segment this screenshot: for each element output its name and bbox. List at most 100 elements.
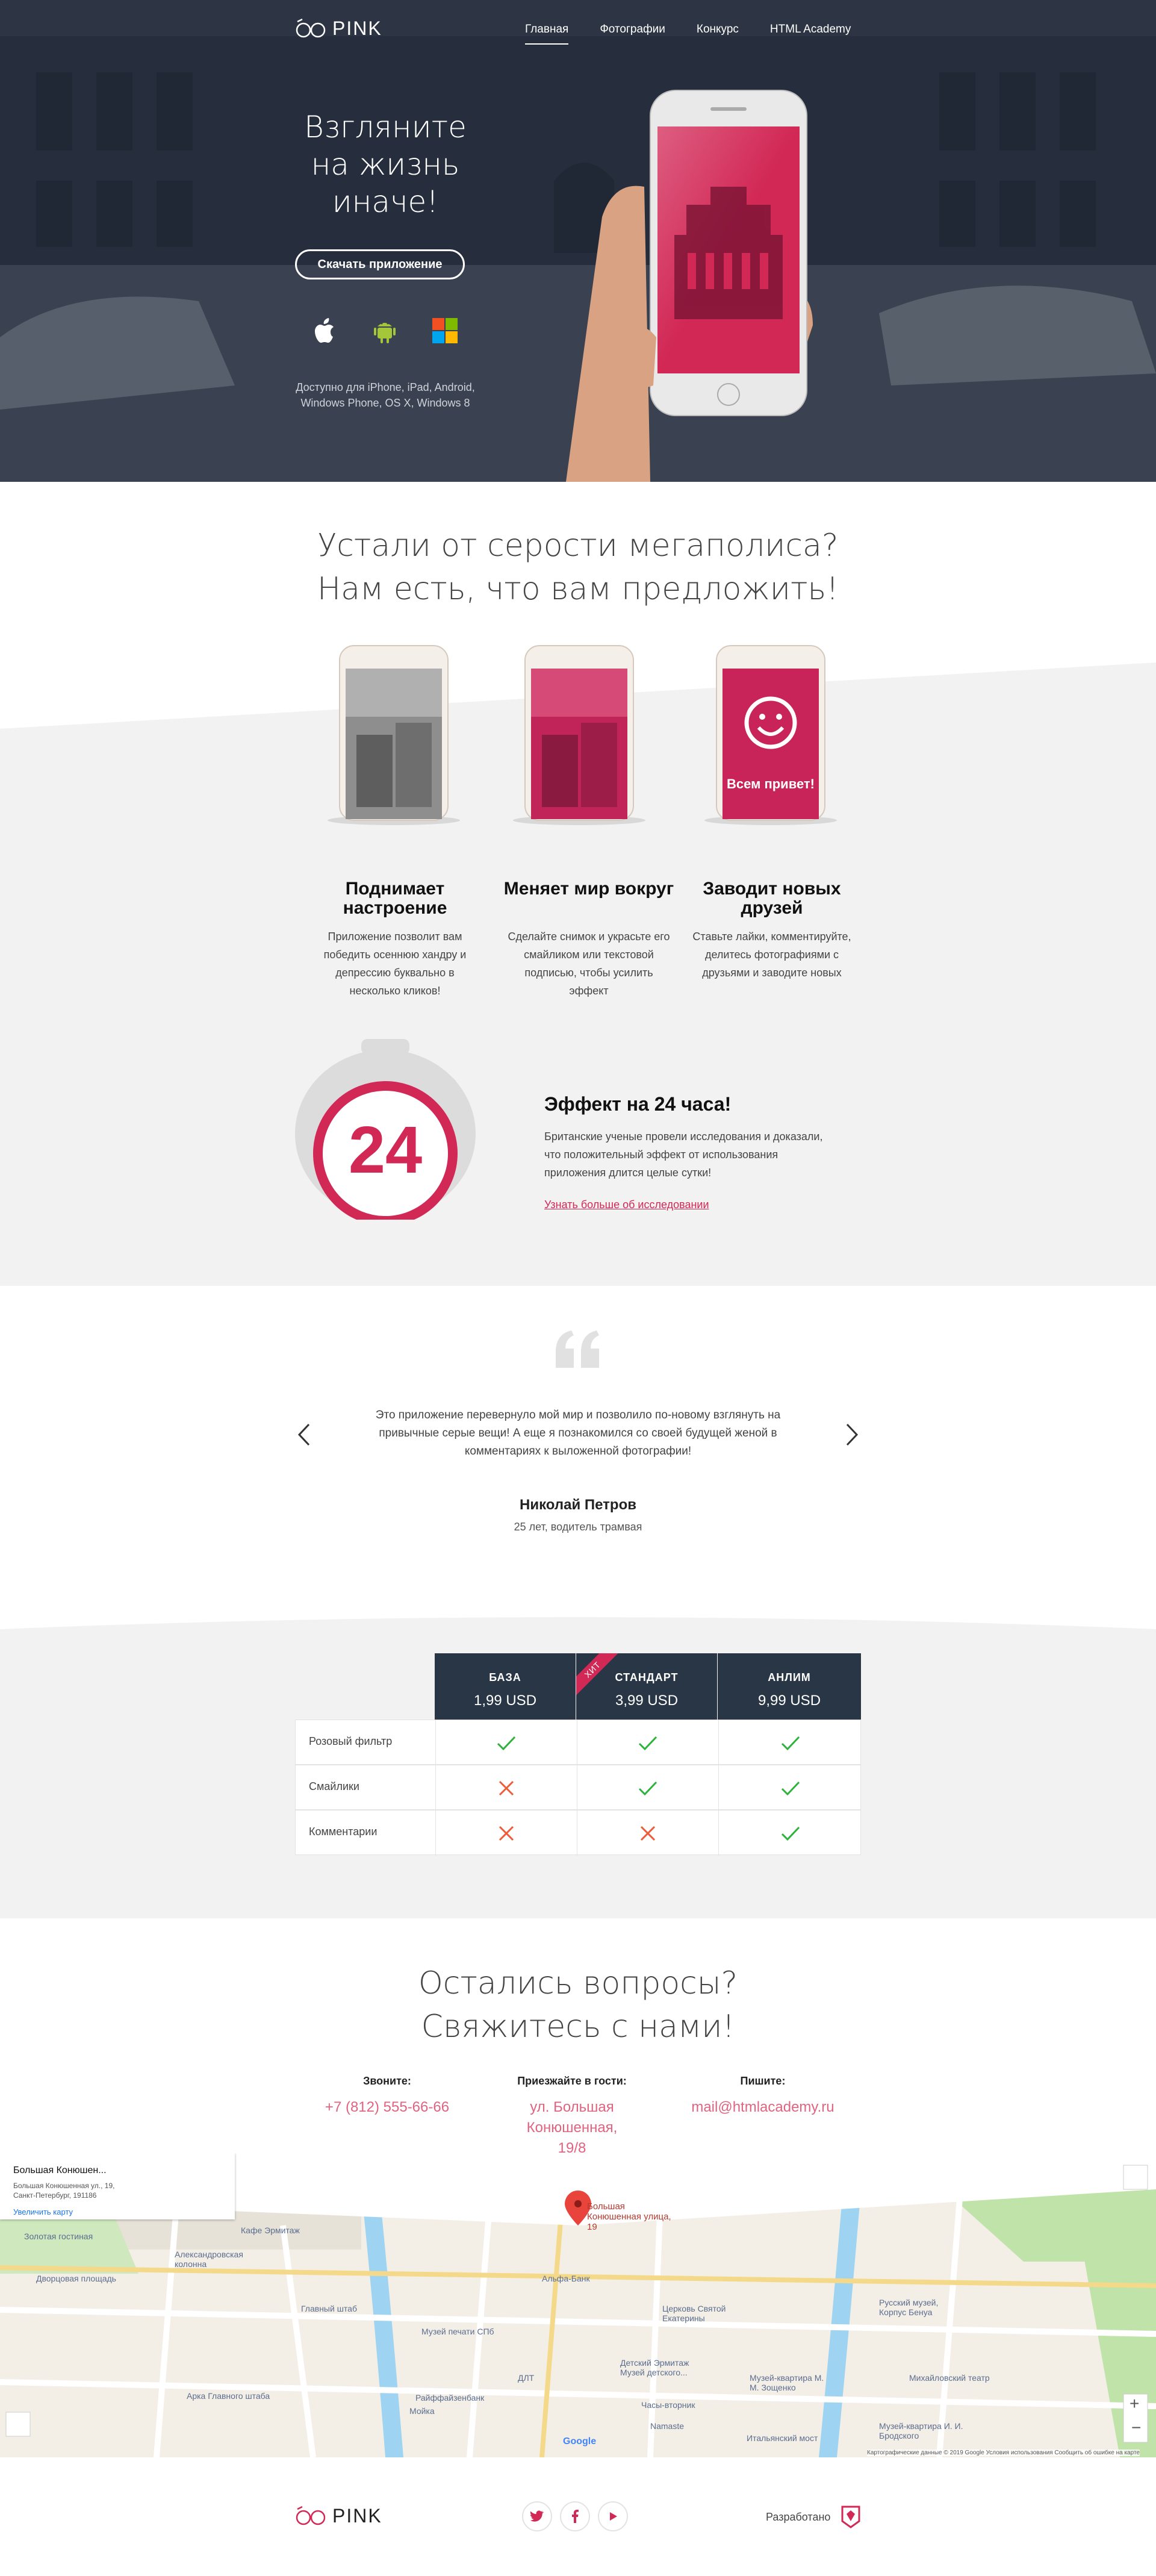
review-prev-arrow-icon[interactable] bbox=[292, 1420, 316, 1450]
footer: PINK Разработано bbox=[0, 2457, 1156, 2576]
developer-label: Разработано bbox=[766, 2511, 831, 2523]
zoom-out-icon[interactable]: − bbox=[1131, 2418, 1141, 2437]
logo-glasses-icon bbox=[296, 2506, 326, 2525]
contacts-section: Остались вопросы? Свяжитесь с нами! Звон… bbox=[0, 1918, 1156, 2156]
contact-address-block: Приезжайте в гости: ул. Большая Конюшенн… bbox=[476, 2075, 668, 2159]
map-section[interactable]: Большая Конюшен... Большая Конюшенная ул… bbox=[0, 2153, 1156, 2457]
price-row-label: Розовый фильтр bbox=[309, 1735, 393, 1747]
plan-unlim-header: АНЛИМ 9,99 USD bbox=[718, 1653, 861, 1720]
windows-icon[interactable] bbox=[429, 314, 461, 347]
contact-phone-label: Звоните: bbox=[363, 2075, 411, 2087]
feature-text-friends: Ставьте лайки, комментируйте, делитесь ф… bbox=[692, 931, 851, 979]
map-label: Мойка bbox=[409, 2406, 435, 2416]
youtube-icon[interactable] bbox=[598, 2501, 628, 2531]
map-label: Церковь Святой Екатерины bbox=[662, 2304, 726, 2323]
features-title: Устали от серости мегаполиса? Нам есть, … bbox=[317, 528, 839, 607]
map-enlarge-link[interactable]: Увеличить карту bbox=[13, 2207, 73, 2216]
price-row-label: Смайлики bbox=[309, 1780, 359, 1792]
prices-top-slope bbox=[0, 1617, 1156, 1641]
map-label: Дворцовая площадь bbox=[36, 2274, 116, 2283]
check-icon bbox=[577, 1765, 718, 1810]
main-nav: Главная Фотографии Конкурс HTML Academy bbox=[525, 23, 882, 45]
map-label: Михайловский театр bbox=[909, 2373, 990, 2383]
prices-table: БАЗА 1,99 USD ХИТ СТАНДАРТ 3,99 USD АНЛИ… bbox=[295, 1653, 861, 1858]
nav-item-home[interactable]: Главная bbox=[525, 23, 569, 45]
zoom-in-icon[interactable]: + bbox=[1130, 2394, 1139, 2413]
review-author: Николай Петров bbox=[520, 1497, 636, 1513]
map-label: Детский Эрмитаж Музей детского... bbox=[620, 2358, 689, 2377]
map-attribution[interactable]: Картографические данные © 2019 Google Ус… bbox=[867, 2450, 1140, 2456]
map-label: Часы-вторник bbox=[641, 2400, 695, 2410]
header-logo[interactable]: PINK bbox=[295, 17, 382, 40]
map-label: Александровская колонна bbox=[175, 2250, 243, 2269]
price-row: Розовый фильтр bbox=[295, 1720, 861, 1765]
logo-text: PINK bbox=[332, 17, 382, 39]
hero-availability-text: Доступно для iPhone, iPad, Android, Wind… bbox=[296, 381, 475, 409]
map-card-address: Большая Конюшенная ул., 19, Санкт-Петерб… bbox=[13, 2181, 115, 2200]
download-app-button[interactable]: Скачать приложение bbox=[295, 249, 465, 279]
hero-title: Взгляните на жизнь иначе! bbox=[304, 110, 467, 219]
reviews-section: Это приложение перевернуло мой мир и поз… bbox=[0, 1286, 1156, 1629]
contacts-title: Остались вопросы? Свяжитесь с нами! bbox=[418, 1965, 738, 2045]
map-label: Namaste bbox=[650, 2421, 685, 2431]
review-author-role: 25 лет, водитель трамвая bbox=[514, 1521, 642, 1533]
map-label: Музей-квартира И. И. Бродского bbox=[879, 2421, 963, 2440]
price-row: Смайлики bbox=[295, 1765, 861, 1810]
map-label: Золотая гостиная bbox=[24, 2231, 93, 2241]
contact-mail-block: Пишите: mail@htmlacademy.ru bbox=[667, 2075, 859, 2118]
price-row: Комментарии bbox=[295, 1810, 862, 1856]
cross-icon bbox=[435, 1810, 576, 1856]
apple-icon[interactable] bbox=[308, 314, 341, 347]
contact-address-label: Приезжайте в гости: bbox=[517, 2075, 627, 2087]
review-next-arrow-icon[interactable] bbox=[840, 1420, 864, 1450]
logo-glasses-icon bbox=[296, 18, 326, 38]
twitter-icon[interactable] bbox=[522, 2501, 552, 2531]
stopwatch-24-icon: 24 bbox=[295, 1039, 476, 1220]
feature-text-mood: Приложение позволит вам победить осеннюю… bbox=[323, 931, 467, 997]
contact-mail-label: Пишите: bbox=[740, 2075, 786, 2087]
prices-section: БАЗА 1,99 USD ХИТ СТАНДАРТ 3,99 USD АНЛИ… bbox=[0, 1617, 1156, 1918]
nav-item-photos[interactable]: Фотографии bbox=[600, 23, 665, 45]
feature-phone-smile bbox=[704, 645, 837, 825]
feature-text-world: Сделайте снимок и украсьте его смайликом… bbox=[508, 931, 670, 997]
map-label: Русский музей, Корпус Бенуа bbox=[879, 2298, 939, 2317]
check-icon bbox=[718, 1810, 862, 1856]
cross-icon bbox=[577, 1810, 718, 1856]
htmlacademy-logo-icon[interactable] bbox=[840, 2504, 862, 2528]
feature-title-world: Меняет мир вокруг bbox=[503, 879, 674, 899]
map-label: Итальянский мост bbox=[747, 2433, 818, 2443]
contact-phone-link[interactable]: +7 (812) 555-66-66 bbox=[291, 2097, 483, 2118]
map-label: Музей-квартира М. М. Зощенко bbox=[750, 2373, 824, 2392]
map-label: Альфа-Банк bbox=[542, 2274, 590, 2283]
check-icon bbox=[435, 1720, 576, 1765]
hero-phone-image bbox=[566, 90, 813, 482]
features-section: Устали от серости мегаполиса? Нам есть, … bbox=[0, 482, 1156, 1286]
facebook-icon[interactable] bbox=[560, 2501, 590, 2531]
map-marker-label: Большая Конюшенная улица, 19 bbox=[587, 2201, 671, 2232]
plan-basic-header: БАЗА 1,99 USD bbox=[435, 1653, 576, 1720]
timer-number: 24 bbox=[349, 1113, 422, 1187]
check-icon bbox=[718, 1765, 862, 1810]
feature-title-friends: Заводит новых друзей bbox=[703, 879, 841, 918]
effect-title: Эффект на 24 часа! bbox=[544, 1093, 732, 1115]
contact-mail-link[interactable]: mail@htmlacademy.ru bbox=[667, 2097, 859, 2118]
quote-icon bbox=[556, 1330, 599, 1368]
hit-ribbon: ХИТ bbox=[576, 1653, 618, 1695]
effect-text: Британские ученые провели исследования и… bbox=[544, 1131, 823, 1179]
feature-phone-grey bbox=[328, 645, 460, 825]
google-logo: Google bbox=[563, 2436, 597, 2447]
map-label: Арка Главного штаба bbox=[187, 2391, 270, 2401]
map-label: Главный штаб bbox=[301, 2304, 357, 2313]
footer-logo[interactable]: PINK bbox=[295, 2504, 382, 2527]
footer-logo-text: PINK bbox=[332, 2504, 382, 2527]
plan-standard-header: ХИТ СТАНДАРТ 3,99 USD bbox=[576, 1653, 717, 1720]
check-icon bbox=[577, 1720, 718, 1765]
android-icon[interactable] bbox=[368, 314, 401, 347]
hero-section: PINK Главная Фотографии Конкурс HTML Aca… bbox=[0, 0, 1156, 482]
price-row-label: Комментарии bbox=[309, 1826, 378, 1838]
nav-item-contest[interactable]: Конкурс bbox=[697, 23, 739, 45]
nav-item-academy[interactable]: HTML Academy bbox=[770, 23, 851, 45]
feature-phone-pink bbox=[513, 645, 645, 825]
research-link[interactable]: Узнать больше об исследовании bbox=[544, 1199, 709, 1211]
phone-caption: Всем привет! bbox=[727, 776, 815, 791]
